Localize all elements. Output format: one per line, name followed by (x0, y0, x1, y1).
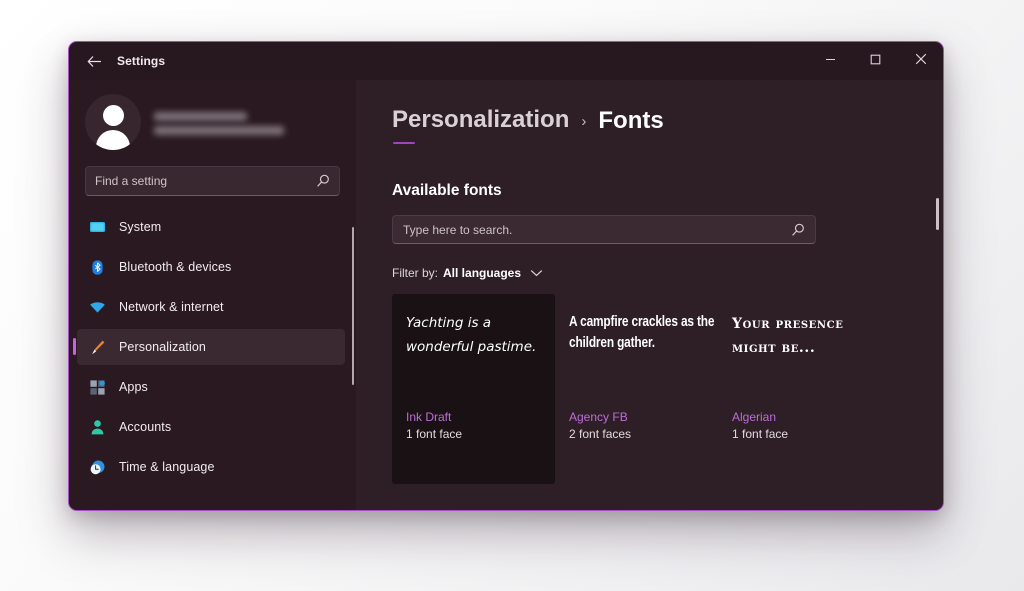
sidebar-item-label: System (119, 220, 162, 234)
breadcrumb: Personalization › Fonts (392, 106, 943, 144)
font-card-faces: 1 font face (732, 427, 789, 441)
section-title: Available fonts (392, 182, 502, 199)
profile-text (154, 109, 284, 135)
chevron-right-icon: › (581, 112, 587, 130)
user-profile[interactable] (69, 80, 356, 162)
sidebar-item-label: Time & language (119, 460, 215, 474)
window-body: System Bluetooth & devices Network & int… (69, 80, 943, 510)
chevron-down-icon[interactable] (530, 269, 543, 277)
search-icon (316, 174, 330, 188)
search-icon (791, 223, 805, 237)
minimize-button[interactable] (808, 42, 853, 80)
window-controls (808, 42, 943, 80)
font-card[interactable]: Yachting is a wonderful pastime. Ink Dra… (392, 294, 555, 484)
sidebar-item-network-internet[interactable]: Network & internet (77, 289, 345, 325)
maximize-button[interactable] (853, 42, 898, 80)
sidebar-item-bluetooth-devices[interactable]: Bluetooth & devices (77, 249, 345, 285)
font-card[interactable]: A campfire crackles as the children gath… (555, 294, 718, 484)
clock-globe-icon (89, 459, 106, 476)
sidebar-nav: System Bluetooth & devices Network & int… (69, 209, 356, 510)
app-title: Settings (117, 54, 166, 68)
font-card-grid: Yachting is a wonderful pastime. Ink Dra… (392, 294, 943, 484)
main-content: Personalization › Fonts Available fonts … (356, 80, 943, 510)
sidebar-item-accounts[interactable]: Accounts (77, 409, 345, 445)
close-icon (915, 52, 927, 70)
font-preview-text: Your presence might be... (732, 316, 844, 357)
sidebar-scrollbar-thumb[interactable] (352, 227, 354, 385)
font-search-input[interactable] (403, 222, 791, 237)
sidebar-item-apps[interactable]: Apps (77, 369, 345, 405)
monitor-icon (89, 219, 106, 236)
title-bar: Settings (69, 42, 943, 80)
sidebar-scrollbar[interactable] (352, 227, 354, 418)
back-button[interactable] (77, 46, 111, 76)
person-icon (89, 419, 106, 436)
font-preview-text: A campfire crackles as the children gath… (569, 314, 715, 352)
close-button[interactable] (898, 42, 943, 80)
wifi-icon (89, 299, 106, 316)
main-scrollbar-thumb[interactable] (936, 198, 939, 230)
filter-value: All languages (443, 266, 522, 280)
font-card-faces: 1 font face (406, 427, 463, 441)
sidebar-item-label: Bluetooth & devices (119, 260, 232, 274)
page-title: Fonts (598, 107, 664, 134)
filter-row[interactable]: Filter by: All languages (392, 266, 943, 280)
user-avatar-icon (85, 94, 141, 150)
font-card-name: Algerian (732, 410, 777, 424)
sidebar-item-system[interactable]: System (77, 209, 345, 245)
filter-label: Filter by: (392, 266, 439, 280)
sidebar-item-label: Network & internet (119, 300, 224, 314)
minimize-icon (825, 52, 836, 70)
sidebar-item-personalization[interactable]: Personalization (73, 329, 345, 365)
sidebar-search-wrap (69, 162, 356, 196)
maximize-icon (870, 52, 881, 70)
search-setting-box[interactable] (85, 166, 340, 196)
sidebar-item-label: Personalization (119, 340, 206, 354)
back-arrow-icon (86, 55, 102, 68)
user-name-redacted (154, 112, 247, 121)
sidebar-item-label: Apps (119, 380, 148, 394)
sidebar-item-time-language[interactable]: Time & language (77, 449, 345, 485)
apps-grid-icon (89, 379, 106, 396)
font-card-name: Ink Draft (406, 410, 452, 424)
sidebar-item-label: Accounts (119, 420, 172, 434)
font-search-box[interactable] (392, 215, 816, 244)
settings-window: Settings Find a setting System Bluetooth… (68, 41, 944, 511)
font-preview-text: Yachting is a wonderful pastime. (406, 315, 537, 355)
user-email-redacted (154, 126, 284, 135)
breadcrumb-parent-link[interactable]: Personalization (392, 106, 569, 144)
font-card[interactable]: Your presence might be... Algerian 1 fon… (718, 294, 881, 484)
font-card-name: Agency FB (569, 410, 628, 424)
search-input[interactable] (95, 174, 316, 188)
font-card-faces: 2 font faces (569, 427, 632, 441)
bluetooth-icon (89, 259, 106, 276)
sidebar: System Bluetooth & devices Network & int… (69, 80, 356, 510)
paintbrush-icon (89, 339, 106, 356)
